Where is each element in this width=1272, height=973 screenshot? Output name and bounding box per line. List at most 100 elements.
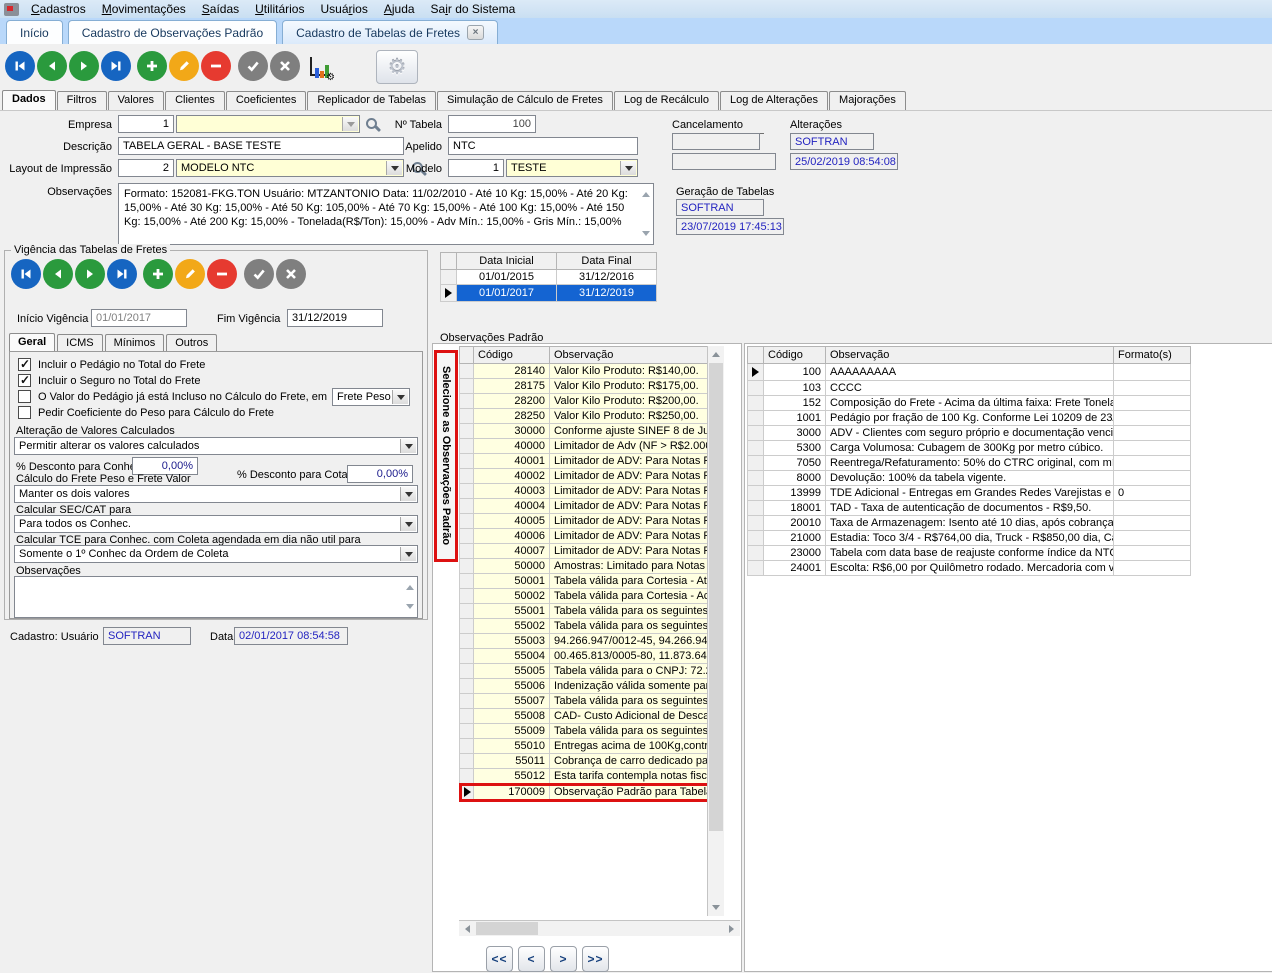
obs-text-cell[interactable]: Tabela válida para o CNPJ: 72.226.251/0 [549, 663, 723, 679]
previous-record-button[interactable] [37, 51, 67, 81]
data-inicial-header[interactable]: Data Inicial [456, 252, 557, 270]
vig-add-button[interactable] [143, 259, 173, 289]
desconto-cotacao-field[interactable]: 0,00% [347, 465, 413, 483]
obs-right-row[interactable]: 23000 Tabela com data base de reajuste c… [747, 545, 1191, 561]
obs-right-row[interactable]: 5300 Carga Volumosa: Cubagem de 300Kg po… [747, 440, 1191, 456]
chart-report-button[interactable]: ⚙ [307, 55, 335, 83]
obs-codigo-cell[interactable]: 28200 [473, 393, 550, 409]
obs-left-row[interactable]: 40006 Limitador de ADV: Para Notas Fisca… [459, 528, 723, 544]
obs-text-cell[interactable]: Cobrança de carro dedicado para Destin [549, 753, 723, 769]
codigo-header[interactable]: Código [763, 346, 826, 364]
vig-previous-record-button[interactable] [43, 259, 73, 289]
obs-codigo-cell[interactable]: 24001 [763, 560, 826, 576]
obs-codigo-cell[interactable]: 55010 [473, 738, 550, 754]
page-tab[interactable]: Filtros [56, 91, 107, 110]
pagination-button[interactable]: > [550, 946, 577, 972]
chevron-down-icon[interactable] [400, 547, 416, 561]
scrollbar-thumb[interactable] [476, 922, 538, 935]
obs-codigo-cell[interactable]: 55003 [473, 633, 550, 649]
obs-right-row[interactable]: 100 AAAAAAAAA [747, 363, 1191, 381]
obs-text-cell[interactable]: Observação Padrão para Tabela de Frete [549, 783, 723, 801]
obs-text-cell[interactable]: Limitador de ADV: Para Notas Fiscais At [549, 528, 723, 544]
obs-codigo-cell[interactable]: 18001 [763, 500, 826, 516]
obs-text-cell[interactable]: Taxa de Armazenagem: Isento até 10 dias,… [825, 515, 1114, 531]
obs-text-cell[interactable]: Devolução: 100% da tabela vigente. [825, 470, 1114, 486]
obs-codigo-cell[interactable]: 21000 [763, 530, 826, 546]
obs-text-cell[interactable]: Tabela válida para os seguintes CNPJ do [549, 603, 723, 619]
obs-left-row[interactable]: 170009 Observação Padrão para Tabela de … [458, 782, 724, 802]
chevron-down-icon[interactable] [400, 517, 416, 531]
obs-text-cell[interactable]: Conforme ajuste SINEF 8 de Julho/2010, [549, 423, 723, 439]
scroll-right-button[interactable] [724, 921, 740, 936]
scrollbar-thumb[interactable] [709, 363, 723, 831]
obs-codigo-cell[interactable]: 103 [763, 380, 826, 396]
menu-item[interactable]: Ajuda [376, 1, 423, 17]
obs-codigo-cell[interactable]: 40000 [473, 438, 550, 454]
edit-button[interactable] [169, 51, 199, 81]
settings-button[interactable]: ⚙ [376, 50, 418, 84]
obs-left-row[interactable]: 55001 Tabela válida para os seguintes CN… [459, 603, 723, 619]
scroll-up-icon[interactable] [642, 188, 650, 197]
obs-left-row[interactable]: 28140 Valor Kilo Produto: R$140,00. [459, 363, 723, 379]
descricao-field[interactable]: TABELA GERAL - BASE TESTE [118, 137, 404, 155]
obs-codigo-cell[interactable]: 30000 [473, 423, 550, 439]
obs-left-row[interactable]: 28250 Valor Kilo Produto: R$250,00. [459, 408, 723, 424]
chevron-down-icon[interactable] [392, 390, 408, 404]
obs-codigo-cell[interactable]: 55011 [473, 753, 550, 769]
vigencia-subtab[interactable]: ICMS [57, 334, 103, 352]
menu-item[interactable]: Sair do Sistema [423, 1, 524, 17]
obs-text-cell[interactable]: Pedágio por fração de 100 Kg. Conforme L… [825, 410, 1114, 426]
obs-right-row[interactable]: 7050 Reentrega/Refaturamento: 50% do CTR… [747, 455, 1191, 471]
vigencia-subtab[interactable]: Outros [166, 334, 218, 352]
menu-item[interactable]: Usuários [312, 1, 375, 17]
obs-left-row[interactable]: 40005 Limitador de ADV: Para Notas Fisca… [459, 513, 723, 529]
obs-right-row[interactable]: 3000 ADV - Clientes com seguro próprio e… [747, 425, 1191, 441]
obs-codigo-cell[interactable]: 100 [763, 363, 826, 381]
scroll-left-button[interactable] [459, 921, 475, 936]
obs-codigo-cell[interactable]: 55002 [473, 618, 550, 634]
codigo-header[interactable]: Código [473, 346, 550, 364]
obs-codigo-cell[interactable]: 50002 [473, 588, 550, 604]
close-icon[interactable]: × [467, 25, 484, 40]
vig-edit-button[interactable] [175, 259, 205, 289]
obs-formato-cell[interactable] [1113, 410, 1191, 426]
obs-codigo-cell[interactable]: 8000 [763, 470, 826, 486]
date-final-cell[interactable]: 31/12/2019 [556, 284, 657, 302]
obs-left-row[interactable]: 50000 Amostras: Limitado para Notas Fisc… [459, 558, 723, 574]
obs-text-cell[interactable]: Limitador de ADV: Para Notas Fiscais At [549, 468, 723, 484]
data-final-header[interactable]: Data Final [556, 252, 657, 270]
modelo-combo[interactable]: TESTE [506, 159, 638, 177]
obs-text-cell[interactable]: Composição do Frete - Acima da última fa… [825, 395, 1114, 411]
add-button[interactable] [137, 51, 167, 81]
obs-text-cell[interactable]: CCCC [825, 380, 1114, 396]
obs-codigo-cell[interactable]: 40007 [473, 543, 550, 559]
obs-formato-cell[interactable]: 0 [1113, 485, 1191, 501]
obs-codigo-cell[interactable]: 40001 [473, 453, 550, 469]
confirm-button[interactable] [238, 51, 268, 81]
obs-text-cell[interactable]: Carga Volumosa: Cubagem de 300Kg por met… [825, 440, 1114, 456]
obs-formato-cell[interactable] [1113, 455, 1191, 471]
obs-codigo-cell[interactable]: 40003 [473, 483, 550, 499]
page-tab[interactable]: Dados [2, 90, 56, 110]
obs-formato-cell[interactable] [1113, 440, 1191, 456]
pagination-button[interactable]: >> [582, 946, 609, 972]
obs-codigo-cell[interactable]: 55012 [473, 768, 550, 784]
vigencia-observacoes-field[interactable] [14, 576, 418, 618]
obs-left-row[interactable]: 40001 Limitador de ADV: Para Notas Fisca… [459, 453, 723, 469]
obs-codigo-cell[interactable]: 55005 [473, 663, 550, 679]
seccat-combo[interactable]: Para todos os Conhec. [14, 515, 418, 533]
obs-text-cell[interactable]: Limitador de ADV: Para Notas Fiscais At [549, 513, 723, 529]
observacoes-field[interactable]: Formato: 152081-FKG.TON Usuário: MTZANTO… [118, 183, 654, 245]
obs-codigo-cell[interactable]: 55001 [473, 603, 550, 619]
obs-text-cell[interactable]: Amostras: Limitado para Notas Fiscais at [549, 558, 723, 574]
ntabela-field[interactable]: 100 [448, 115, 536, 133]
obs-left-row[interactable]: 55009 Tabela válida para os seguintes CN… [459, 723, 723, 739]
checkbox[interactable] [18, 373, 31, 387]
obs-left-row[interactable]: 40007 Limitador de ADV: Para Notas Fisca… [459, 543, 723, 559]
chevron-down-icon[interactable] [400, 439, 416, 453]
obs-codigo-cell[interactable]: 23000 [763, 545, 826, 561]
obs-left-row[interactable]: 55004 00.465.813/0005-80, 11.873.644/000… [459, 648, 723, 664]
chevron-down-icon[interactable] [620, 161, 636, 175]
obs-left-row[interactable]: 55007 Tabela válida para os seguintes CN… [459, 693, 723, 709]
obs-text-cell[interactable]: Tabela válida para os seguintes CNPJ do [549, 723, 723, 739]
